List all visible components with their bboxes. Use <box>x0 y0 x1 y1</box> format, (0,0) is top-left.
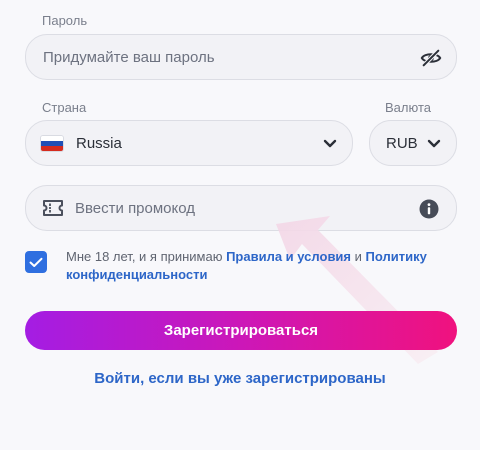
password-placeholder: Придумайте ваш пароль <box>43 48 215 66</box>
password-field[interactable]: Придумайте ваш пароль <box>25 34 457 80</box>
register-button[interactable]: Зарегистрироваться <box>25 311 457 350</box>
currency-label: Валюта <box>385 100 431 115</box>
terms-link[interactable]: Правила и условия <box>226 249 351 264</box>
info-icon[interactable] <box>418 198 440 220</box>
flag-russia-icon <box>41 135 63 151</box>
agreement-prefix: Мне 18 лет, и я принимаю <box>66 249 227 264</box>
country-label: Страна <box>42 100 87 115</box>
chevron-down-icon <box>322 136 338 152</box>
country-value: Russia <box>76 134 122 152</box>
password-label: Пароль <box>42 13 88 28</box>
agreement-text: Мне 18 лет, и я принимаю Правила и услов… <box>66 248 446 284</box>
eye-off-icon[interactable] <box>420 47 442 69</box>
chevron-down-icon <box>426 136 442 152</box>
currency-select[interactable]: RUB <box>369 120 457 166</box>
agreement-and: и <box>351 249 366 264</box>
ticket-icon <box>42 199 64 217</box>
agree-checkbox[interactable] <box>25 251 47 273</box>
currency-value: RUB <box>386 134 418 152</box>
promo-placeholder: Ввести промокод <box>75 199 196 217</box>
promo-field[interactable]: Ввести промокод <box>25 185 457 231</box>
login-link[interactable]: Войти, если вы уже зарегистрированы <box>0 370 480 387</box>
country-select[interactable]: Russia <box>25 120 353 166</box>
